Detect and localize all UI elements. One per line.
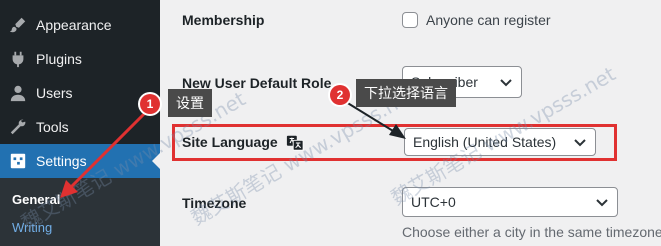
submenu-item-general[interactable]: General — [12, 192, 60, 207]
anyone-can-register-label[interactable]: Anyone can register — [426, 12, 551, 28]
chevron-down-icon — [595, 195, 609, 209]
site-language-select[interactable]: English (United States) — [404, 128, 596, 156]
membership-label: Membership — [182, 12, 265, 28]
plug-icon — [0, 50, 36, 68]
sidebar-item-plugins[interactable]: Plugins — [0, 42, 160, 76]
wrench-icon — [0, 118, 36, 136]
timezone-label: Timezone — [182, 195, 247, 211]
sidebar-item-label: Settings — [36, 153, 87, 169]
settings-icon — [0, 152, 36, 170]
sidebar-item-appearance[interactable]: Appearance — [0, 8, 160, 42]
sidebar-item-label: Users — [36, 85, 73, 101]
chevron-down-icon — [573, 135, 587, 149]
sidebar-item-label: Tools — [36, 119, 69, 135]
anyone-can-register-checkbox[interactable] — [402, 12, 418, 28]
sidebar-item-tools[interactable]: Tools — [0, 110, 160, 144]
site-language-value: English (United States) — [413, 134, 557, 150]
brush-icon — [0, 16, 36, 34]
settings-submenu: General Writing — [0, 178, 160, 246]
sidebar-item-label: Plugins — [36, 51, 82, 67]
annotation-number-2: 2 — [330, 85, 350, 105]
annotation-tag-2: 下拉选择语言 — [356, 79, 456, 107]
settings-main: Membership Anyone can register New User … — [160, 0, 661, 246]
chevron-down-icon — [499, 75, 513, 89]
annotation-tag-1: 设置 — [168, 89, 212, 117]
sidebar-item-label: Appearance — [36, 17, 112, 33]
annotation-number-1: 1 — [140, 94, 160, 114]
timezone-description: Choose either a city in the same timezon… — [402, 224, 661, 240]
sidebar-item-users[interactable]: Users — [0, 76, 160, 110]
timezone-value: UTC+0 — [411, 194, 456, 210]
site-language-text: Site Language — [182, 134, 278, 150]
admin-sidebar: Appearance Plugins Users Tools Settings … — [0, 0, 160, 246]
active-indicator — [152, 153, 160, 169]
site-language-label: Site Language — [182, 134, 304, 152]
sidebar-item-settings[interactable]: Settings — [0, 144, 160, 178]
user-icon — [0, 84, 36, 102]
translate-icon — [286, 134, 304, 152]
timezone-select[interactable]: UTC+0 — [402, 187, 618, 217]
submenu-item-writing[interactable]: Writing — [12, 220, 52, 235]
